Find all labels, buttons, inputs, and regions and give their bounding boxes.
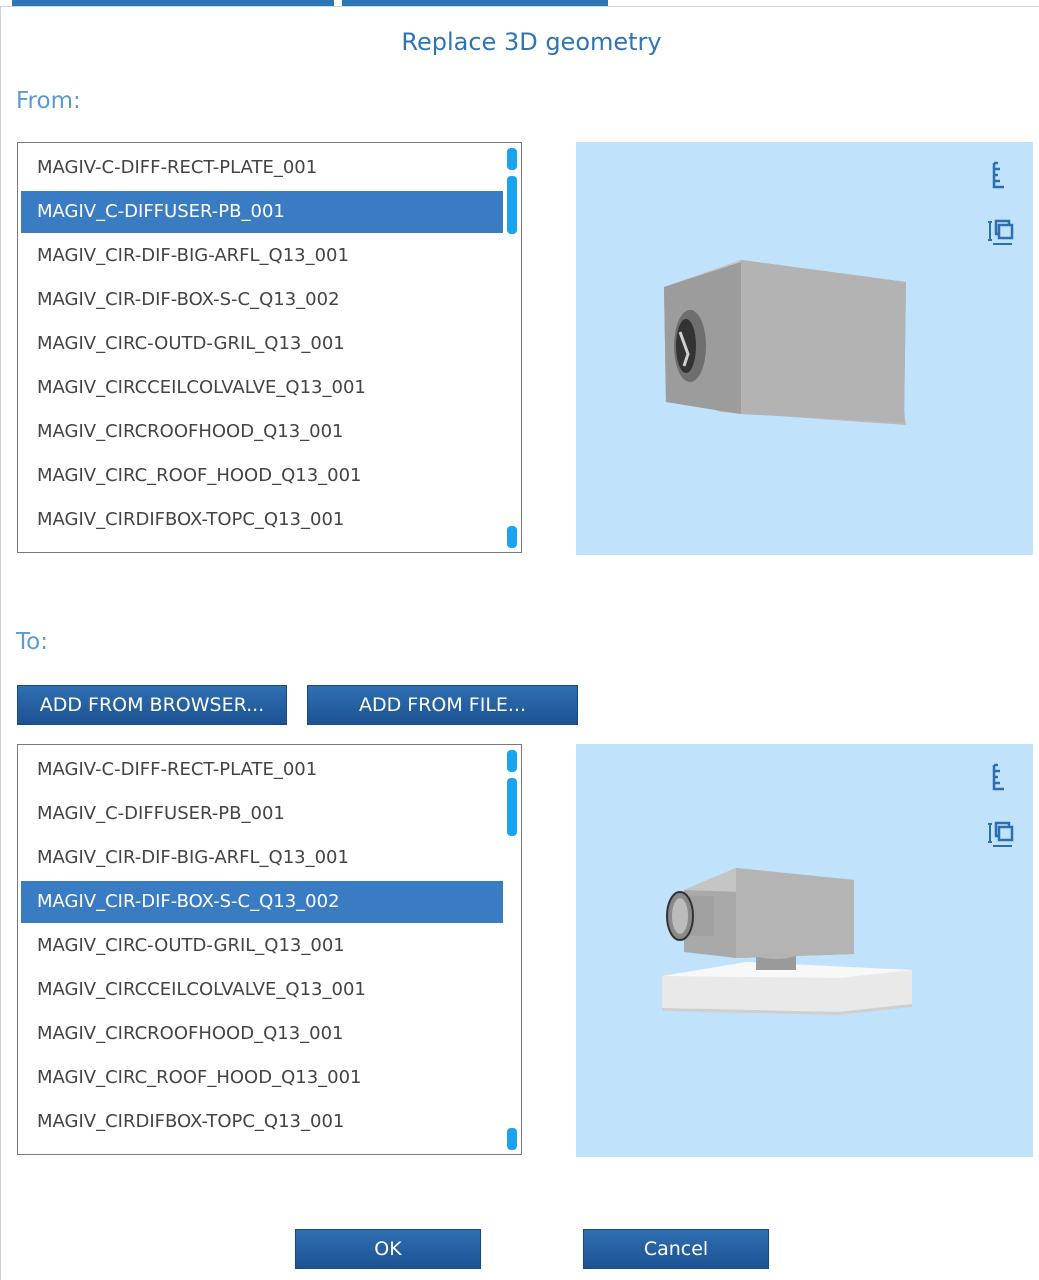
list-item[interactable]: MAGIV_CIRC-OUTD-GRIL_Q13_001 <box>21 925 504 967</box>
list-item[interactable]: MAGIV_CIR-DIF-BOX-S-C_Q13_002 <box>21 279 504 321</box>
from-scrollbar[interactable] <box>503 143 521 552</box>
scroll-down-icon[interactable] <box>507 1128 517 1150</box>
top-divider <box>0 6 1039 7</box>
from-label: From: <box>16 88 81 114</box>
list-item[interactable]: MAGIV-C-DIFF-RECT-PLATE_001 <box>21 147 504 189</box>
to-preview-viewport[interactable] <box>576 744 1033 1157</box>
list-item[interactable]: MAGIV_CIR-DIF-BOX-S-C_Q13_002 <box>21 881 504 923</box>
list-item[interactable]: MAGIV_CIRCCEILCOLVALVE_Q13_001 <box>21 969 504 1011</box>
list-item[interactable]: MAGIV_C-DIFFUSER-PB_001 <box>21 191 504 233</box>
list-item[interactable]: MAGIV_CIRC-OUTD-GRIL_Q13_001 <box>21 323 504 365</box>
add-from-browser-button[interactable]: ADD FROM BROWSER... <box>17 685 287 725</box>
list-item[interactable]: MAGIV_CIRC_ROOF_HOOD_Q13_001 <box>21 1057 504 1099</box>
from-scroll-thumb[interactable] <box>507 176 517 234</box>
list-item[interactable]: MAGIV_CIRDIFBOX-TOPC_Q13_001 <box>21 499 504 541</box>
diffuser-box-model <box>664 260 906 425</box>
add-from-file-button[interactable]: ADD FROM FILE... <box>307 685 578 725</box>
scroll-up-icon[interactable] <box>507 148 517 170</box>
dialog-title: Replace 3D geometry <box>401 28 662 56</box>
ok-button[interactable]: OK <box>295 1229 481 1269</box>
list-item[interactable]: MAGIV-C-DIFF-RECT-PLATE_001 <box>21 749 504 791</box>
list-item[interactable]: MAGIV_C-DIFFUSER-PB_001 <box>21 793 504 835</box>
to-label: To: <box>16 629 48 655</box>
diffuser-box-with-plate-model <box>662 868 912 1015</box>
cancel-button[interactable]: Cancel <box>583 1229 769 1269</box>
list-item[interactable]: MAGIV_CIRCROOFHOOD_Q13_001 <box>21 1013 504 1055</box>
scroll-down-icon[interactable] <box>507 526 517 548</box>
from-listbox[interactable]: MAGIV-C-DIFF-RECT-PLATE_001 MAGIV_C-DIFFU… <box>17 142 522 553</box>
dialog-left-border <box>0 6 1 1280</box>
scroll-up-icon[interactable] <box>507 750 517 772</box>
list-item[interactable]: MAGIV_CIRDIFBOX-TOPC_Q13_001 <box>21 1101 504 1143</box>
list-item[interactable]: MAGIV_CIRCROOFHOOD_Q13_001 <box>21 411 504 453</box>
from-preview-viewport[interactable] <box>576 142 1033 555</box>
list-item[interactable]: MAGIV_CIR-DIF-BIG-ARFL_Q13_001 <box>21 837 504 879</box>
list-item[interactable]: MAGIV_CIRC_ROOF_HOOD_Q13_001 <box>21 455 504 497</box>
to-listbox[interactable]: MAGIV-C-DIFF-RECT-PLATE_001 MAGIV_C-DIFFU… <box>17 744 522 1155</box>
to-scrollbar[interactable] <box>503 745 521 1154</box>
list-item[interactable]: MAGIV_CIRCCEILCOLVALVE_Q13_001 <box>21 367 504 409</box>
to-scroll-thumb[interactable] <box>507 778 517 836</box>
list-item[interactable]: MAGIV_CIR-DIF-BIG-ARFL_Q13_001 <box>21 235 504 277</box>
